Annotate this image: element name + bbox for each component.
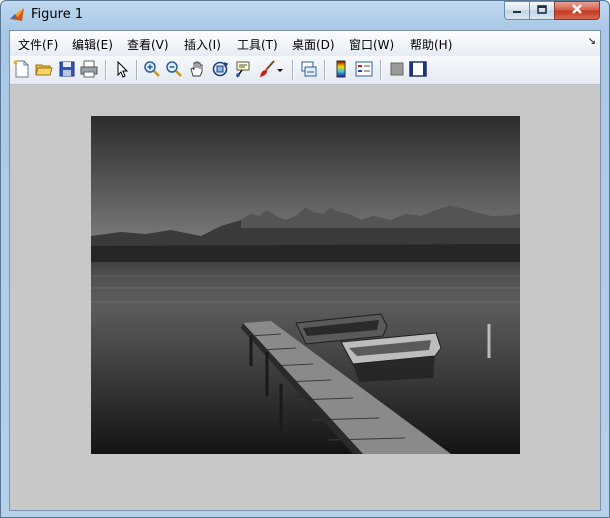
window-title: Figure 1 [31, 7, 84, 22]
toolbar-separator [324, 60, 325, 80]
brush-icon[interactable] [258, 60, 276, 78]
data-cursor-icon[interactable] [234, 60, 252, 78]
show-plot-tools-icon[interactable] [409, 60, 427, 78]
image-axes[interactable] [91, 116, 520, 454]
menu-file[interactable]: 文件(F) [18, 36, 58, 53]
lake-pier-photo [91, 116, 520, 454]
edit-plot-arrow-icon[interactable] [113, 60, 131, 78]
pan-hand-icon[interactable] [188, 60, 206, 78]
toolbar-separator [380, 60, 381, 80]
menu-desktop[interactable]: 桌面(D) [292, 36, 335, 53]
zoom-in-icon[interactable] [143, 60, 161, 78]
insert-colorbar-icon[interactable] [332, 60, 350, 78]
save-icon[interactable] [58, 60, 76, 78]
toolbar-separator [292, 60, 293, 80]
matlab-logo-icon [9, 7, 25, 23]
maximize-button[interactable] [529, 1, 555, 20]
figure-toolbar [10, 56, 600, 85]
toolbar-separator [136, 60, 137, 80]
zoom-out-icon[interactable] [165, 60, 183, 78]
hide-plot-tools-icon[interactable] [388, 60, 406, 78]
close-button[interactable] [554, 1, 600, 20]
menu-tools[interactable]: 工具(T) [237, 36, 278, 53]
figure-window: Figure 1 文件(F) 编辑(E) 查看(V) 插入(I) 工具(T) 桌… [0, 0, 610, 518]
menubar-dock-arrow-icon[interactable]: ↘ [588, 36, 596, 47]
rotate-3d-icon[interactable] [211, 60, 229, 78]
menu-bar: 文件(F) 编辑(E) 查看(V) 插入(I) 工具(T) 桌面(D) 窗口(W… [10, 31, 600, 57]
close-icon [571, 3, 583, 18]
title-bar[interactable]: Figure 1 [1, 1, 609, 29]
menu-edit[interactable]: 编辑(E) [72, 36, 113, 53]
link-plot-icon[interactable] [300, 60, 318, 78]
figure-client-area: 文件(F) 编辑(E) 查看(V) 插入(I) 工具(T) 桌面(D) 窗口(W… [9, 30, 601, 511]
open-file-icon[interactable] [35, 60, 53, 78]
brush-dropdown-icon[interactable] [276, 60, 284, 78]
figure-canvas[interactable] [10, 85, 600, 510]
menu-insert[interactable]: 插入(I) [184, 36, 221, 53]
print-icon[interactable] [80, 60, 98, 78]
toolbar-separator [105, 60, 106, 80]
menu-help[interactable]: 帮助(H) [410, 36, 452, 53]
minimize-icon [512, 4, 522, 18]
maximize-icon [537, 4, 547, 18]
insert-legend-icon[interactable] [355, 60, 373, 78]
menu-view[interactable]: 查看(V) [127, 36, 169, 53]
new-figure-icon[interactable] [13, 60, 31, 78]
menu-window[interactable]: 窗口(W) [349, 36, 394, 53]
minimize-button[interactable] [504, 1, 530, 20]
